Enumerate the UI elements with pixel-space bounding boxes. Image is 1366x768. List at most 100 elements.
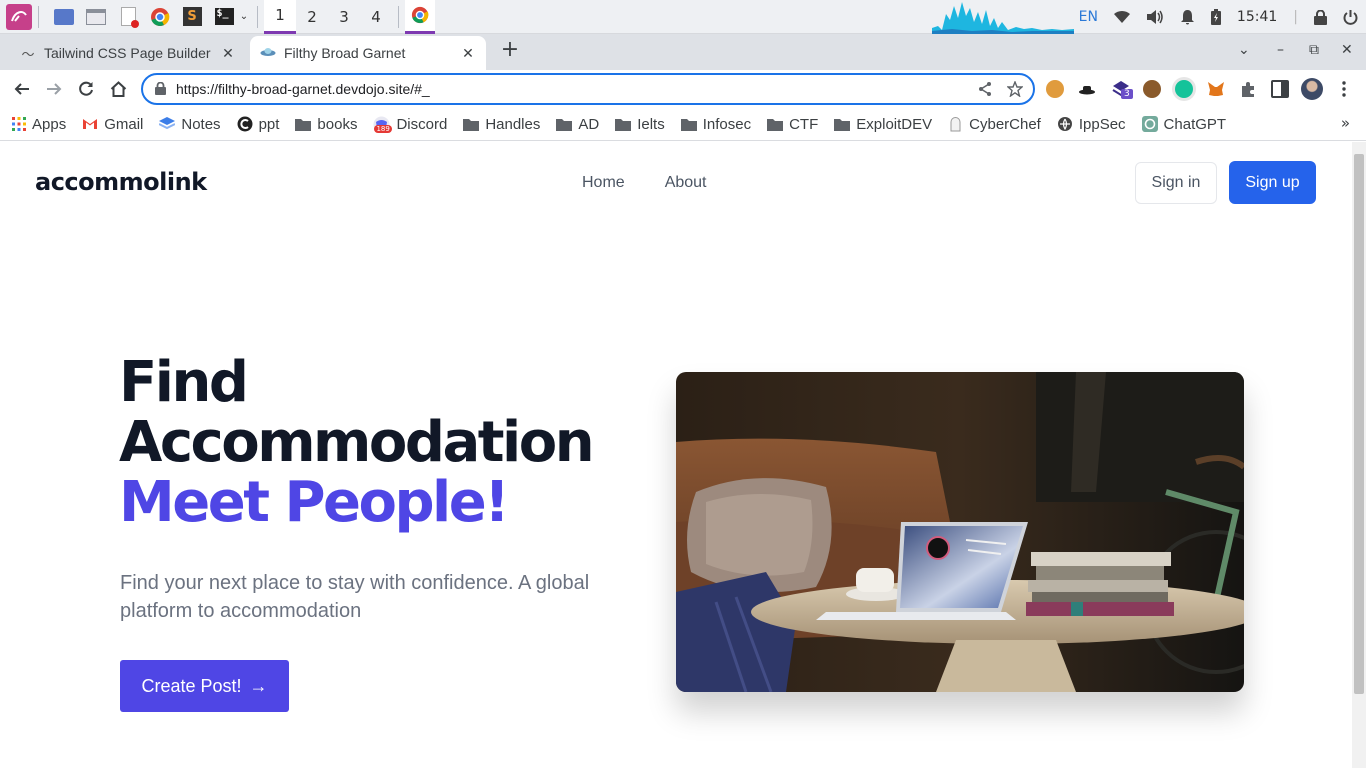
page-scrollbar[interactable] [1352, 142, 1366, 768]
bookmark-label: ChatGPT [1163, 115, 1227, 133]
bookmark-folder-ctf[interactable]: CTF [767, 116, 818, 133]
tab-filthy-broad-garnet[interactable]: Filthy Broad Garnet ✕ [250, 36, 486, 70]
folder-icon [295, 118, 312, 131]
notifications-bell-icon[interactable] [1180, 9, 1195, 25]
bookmark-chatgpt[interactable]: ChatGPT [1141, 115, 1227, 133]
clock[interactable]: 15:41 [1237, 9, 1277, 25]
lock-screen-icon[interactable] [1314, 9, 1327, 25]
extension-count-badge: 3 [1121, 89, 1133, 99]
site-logo[interactable]: accommolink [35, 168, 207, 196]
folder-icon [556, 118, 573, 131]
create-post-button[interactable]: Create Post! → [120, 660, 289, 712]
scrollbar-thumb[interactable] [1354, 154, 1364, 694]
forward-icon[interactable] [43, 78, 65, 100]
workspace-1[interactable]: 1 [264, 0, 296, 34]
address-bar[interactable]: https://filthy-broad-garnet.devdojo.site… [141, 73, 1035, 105]
hero-title: Find Accommodation Meet People! [119, 353, 595, 535]
bookmark-ppt[interactable]: ppt [237, 116, 279, 133]
profile-avatar[interactable] [1301, 78, 1323, 100]
file-manager-icon[interactable] [83, 4, 109, 30]
bookmark-star-icon[interactable] [1006, 80, 1024, 101]
lock-icon[interactable] [155, 80, 166, 99]
more-bookmarks-icon[interactable]: » [1341, 114, 1350, 132]
bookmark-notes[interactable]: Notes [159, 116, 221, 133]
side-panel-icon[interactable] [1271, 80, 1289, 98]
bookmark-ippsec[interactable]: IppSec [1057, 116, 1126, 133]
bookmark-gmail[interactable]: Gmail [82, 116, 143, 133]
share-icon[interactable] [977, 81, 993, 101]
extension-cookie-icon[interactable] [1046, 80, 1064, 98]
text-editor-icon[interactable] [115, 4, 141, 30]
restore-icon[interactable]: ⧉ [1309, 42, 1319, 58]
workspace-3[interactable]: 3 [328, 0, 360, 34]
bookmark-folder-ad[interactable]: AD [556, 116, 599, 133]
new-tab-button[interactable]: + [498, 38, 522, 62]
chrome-launcher-icon[interactable] [147, 4, 173, 30]
keyboard-layout-indicator[interactable]: EN [1079, 9, 1098, 25]
back-icon[interactable] [11, 78, 33, 100]
discord-icon: 189 [373, 116, 392, 133]
wifi-icon[interactable] [1113, 10, 1130, 24]
battery-icon[interactable] [1210, 9, 1221, 25]
bookmark-discord[interactable]: 189 Discord [373, 116, 447, 133]
system-tray: EN 15:41 | [1071, 0, 1366, 34]
bookmark-label: CyberChef [969, 115, 1041, 133]
bookmark-label: IppSec [1078, 115, 1126, 133]
extension-hat-icon[interactable] [1078, 80, 1096, 98]
chrome-window-button[interactable] [405, 0, 435, 34]
close-window-icon[interactable]: ✕ [1341, 42, 1353, 58]
bookmark-folder-books[interactable]: books [295, 116, 357, 133]
cyberchef-icon [948, 116, 963, 132]
hero-photo-laptop-on-table [676, 372, 1244, 692]
home-icon[interactable] [107, 78, 129, 100]
sign-in-button[interactable]: Sign in [1135, 162, 1217, 204]
notes-icon [159, 117, 176, 131]
hero-subtitle: Find your next place to stay with confid… [120, 572, 590, 622]
bookmark-apps[interactable]: Apps [12, 116, 66, 133]
folder-icon [680, 118, 697, 131]
workspace-2[interactable]: 2 [296, 0, 328, 34]
show-desktop-icon[interactable] [51, 4, 77, 30]
arrow-right-icon: → [249, 675, 268, 696]
terminal-icon[interactable]: $_ [211, 4, 237, 30]
kali-menu-icon[interactable] [6, 3, 32, 30]
power-icon[interactable] [1343, 9, 1358, 25]
url-text[interactable]: https://filthy-broad-garnet.devdojo.site… [176, 81, 430, 97]
minimize-icon[interactable]: – [1277, 42, 1284, 58]
bookmark-folder-infosec[interactable]: Infosec [680, 116, 751, 133]
close-tab-icon[interactable]: ✕ [460, 45, 476, 62]
chatgpt-icon [1141, 116, 1158, 132]
chevron-down-icon[interactable]: ⌄ [237, 4, 251, 30]
reload-icon[interactable] [75, 78, 97, 100]
extension-grammarly-icon[interactable] [1175, 80, 1193, 98]
close-tab-icon[interactable]: ✕ [220, 45, 236, 62]
bookmark-folder-ielts[interactable]: Ielts [615, 116, 665, 133]
separator: | [1293, 9, 1298, 25]
nav-home-link[interactable]: Home [582, 174, 625, 192]
workspace-4[interactable]: 4 [360, 0, 392, 34]
bookmark-folder-handles[interactable]: Handles [463, 116, 540, 133]
extensions-puzzle-icon[interactable] [1239, 80, 1257, 98]
nav-about-link[interactable]: About [665, 174, 707, 192]
bookmark-label: Handles [485, 115, 541, 133]
hero-photo-illustration [676, 372, 1244, 692]
bookmark-label: ExploitDEV [856, 115, 933, 133]
taskbar-separator [398, 5, 399, 28]
site-nav: Home About [582, 174, 707, 192]
extension-cookie-editor-icon[interactable] [1143, 80, 1161, 98]
extension-metamask-icon[interactable] [1207, 80, 1225, 98]
tab-search-icon[interactable]: ⌄ [1238, 42, 1250, 58]
extension-badge-icon[interactable]: 3 [1112, 80, 1133, 99]
sublime-text-icon[interactable]: S [179, 4, 205, 30]
apps-grid-icon [12, 117, 26, 131]
bookmark-folder-exploitdev[interactable]: ExploitDEV [834, 116, 932, 133]
bookmark-cyberchef[interactable]: CyberChef [948, 116, 1041, 133]
folder-icon [767, 118, 784, 131]
sign-up-button[interactable]: Sign up [1229, 161, 1316, 204]
browser-menu-icon[interactable] [1335, 80, 1353, 98]
taskbar-separator [38, 5, 39, 28]
tab-tailwind-page-builder[interactable]: 〜 Tailwind CSS Page Builder ✕ [10, 36, 246, 70]
volume-icon[interactable] [1146, 9, 1164, 25]
bookmark-label: Apps [32, 115, 67, 133]
hero-title-accent: Meet People! [119, 470, 510, 535]
